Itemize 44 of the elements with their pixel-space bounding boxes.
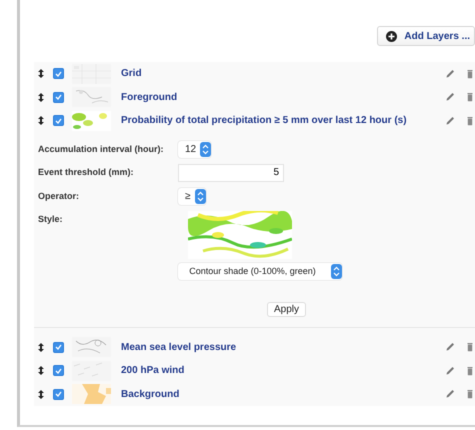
trash-icon[interactable] bbox=[465, 116, 475, 126]
layer-name[interactable]: Foreground bbox=[121, 92, 445, 103]
field-label: Event threshold (mm): bbox=[38, 166, 135, 176]
trash-icon[interactable] bbox=[465, 68, 475, 79]
drag-handle-icon[interactable] bbox=[38, 366, 44, 376]
layer-checkbox[interactable] bbox=[53, 342, 64, 353]
layer-checkbox[interactable] bbox=[53, 68, 64, 80]
select-field[interactable]: 12 bbox=[178, 140, 212, 158]
layer-name[interactable]: Mean sea level pressure bbox=[121, 342, 445, 353]
layer-checkbox[interactable] bbox=[53, 365, 64, 376]
layer-checkbox[interactable] bbox=[53, 388, 64, 400]
apply-button[interactable]: Apply bbox=[266, 302, 306, 316]
select-field[interactable]: ≥ bbox=[178, 188, 206, 204]
pencil-icon[interactable] bbox=[445, 342, 455, 352]
pencil-icon[interactable] bbox=[445, 116, 455, 126]
plus-icon bbox=[386, 30, 398, 42]
add-layers-button[interactable]: Add Layers ... bbox=[377, 26, 475, 46]
stepper-icon[interactable] bbox=[194, 188, 206, 204]
input-field[interactable]: 5 bbox=[178, 164, 284, 182]
layer-checkbox[interactable] bbox=[53, 92, 64, 103]
drag-handle-icon[interactable] bbox=[38, 116, 44, 126]
pencil-icon[interactable] bbox=[445, 92, 455, 102]
layer-name[interactable]: Background bbox=[121, 388, 445, 400]
pencil-icon[interactable] bbox=[445, 366, 455, 376]
stepper-icon[interactable] bbox=[200, 142, 212, 156]
drag-handle-icon[interactable] bbox=[38, 69, 44, 78]
field-label: Operator: bbox=[38, 190, 80, 200]
pencil-icon[interactable] bbox=[445, 389, 455, 400]
trash-icon[interactable] bbox=[465, 389, 475, 400]
layer-name[interactable]: 200 hPa wind bbox=[121, 365, 445, 376]
layer-name[interactable]: Grid bbox=[121, 68, 445, 80]
layer-checkbox[interactable] bbox=[53, 115, 64, 126]
trash-icon[interactable] bbox=[465, 92, 475, 102]
trash-icon[interactable] bbox=[465, 366, 475, 376]
field-label: Accumulation interval (hour): bbox=[38, 142, 165, 154]
trash-icon[interactable] bbox=[465, 342, 475, 352]
layer-name[interactable]: Probability of total precipitation ≥ 5 mm over last 12 hour (s) bbox=[121, 115, 445, 126]
pencil-icon[interactable] bbox=[445, 68, 455, 79]
drag-handle-icon[interactable] bbox=[38, 92, 44, 102]
field-label: Style: bbox=[38, 212, 64, 224]
drag-handle-icon[interactable] bbox=[38, 390, 44, 399]
drag-handle-icon[interactable] bbox=[38, 342, 44, 352]
style-select[interactable]: Contour shade (0-100%, green) bbox=[178, 262, 342, 280]
stepper-icon[interactable] bbox=[331, 264, 342, 278]
